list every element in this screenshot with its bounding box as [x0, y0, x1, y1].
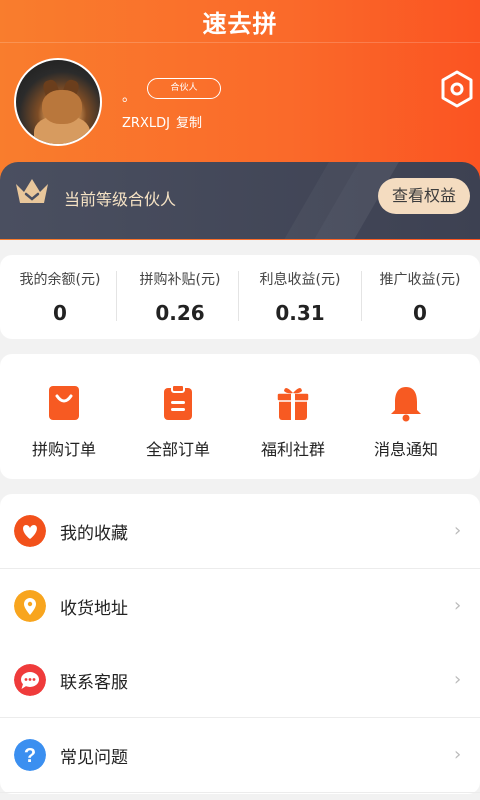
stat-balance[interactable]: 我的余额(元) 0 [0, 255, 120, 339]
copy-button[interactable]: 复制 [176, 116, 202, 131]
message-notifications[interactable]: 消息通知 [346, 354, 466, 479]
app-title: 速去拼 [202, 10, 278, 38]
order-label: 福利社群 [260, 440, 325, 459]
order-label: 全部订单 [145, 440, 210, 459]
svg-text:?: ? [24, 745, 36, 767]
avatar-dog-face [42, 90, 82, 124]
menu-item-label: 常见问题 [60, 748, 128, 768]
stat-value: 0 [53, 301, 67, 325]
menu-item-customer-service[interactable]: 联系客服 › [0, 643, 480, 718]
welfare-community[interactable]: 福利社群 [233, 354, 353, 479]
all-orders[interactable]: 全部订单 [118, 354, 238, 479]
gift-icon [276, 387, 310, 420]
stat-value: 0 [413, 301, 427, 325]
clipboard-icon [164, 384, 192, 420]
stat-promotion[interactable]: 推广收益(元) 0 [360, 255, 480, 339]
location-pin-icon [14, 590, 46, 622]
stat-interest[interactable]: 利息收益(元) 0.31 [240, 255, 360, 339]
settings-menu-list: 我的收藏 › 收货地址 › 联系客服 › ? 常见问题 › [0, 494, 480, 794]
bell-icon [391, 387, 421, 422]
stat-value: 0.26 [155, 301, 205, 325]
order-label: 消息通知 [373, 440, 438, 459]
chat-icon [14, 664, 46, 696]
chevron-right-icon: › [454, 744, 462, 765]
level-text: 当前等级合伙人 [64, 190, 177, 209]
earnings-card: 我的余额(元) 0 拼购补贴(元) 0.26 利息收益(元) 0.31 推广收益… [0, 255, 480, 339]
stat-label: 推广收益(元) [379, 272, 461, 288]
menu-item-address[interactable]: 收货地址 › [0, 569, 480, 644]
view-rights-button[interactable]: 查看权益 [378, 178, 470, 214]
stat-label: 拼购补贴(元) [139, 272, 221, 288]
stat-label: 我的余额(元) [19, 272, 101, 288]
chevron-right-icon: › [454, 520, 462, 541]
crown-icon [16, 179, 48, 203]
title-divider [0, 42, 480, 43]
partner-badge: 合伙人 [147, 78, 221, 99]
menu-item-label: 联系客服 [60, 673, 128, 693]
group-buy-orders[interactable]: 拼购订单 [4, 354, 124, 479]
user-id: ZRXLDJ [122, 116, 170, 131]
menu-item-label: 我的收藏 [60, 524, 128, 544]
shopping-bag-icon [49, 386, 79, 420]
chevron-right-icon: › [454, 595, 462, 616]
divider [0, 792, 480, 793]
divider [116, 271, 117, 321]
menu-item-faq[interactable]: ? 常见问题 › [0, 718, 480, 793]
settings-hexagon-icon[interactable] [440, 70, 474, 108]
nickname: 。 [122, 89, 136, 105]
orders-card: 拼购订单 全部订单 福利社群 消息通知 [0, 354, 480, 479]
user-id-row: ZRXLDJ 复制 [122, 112, 202, 131]
menu-item-label: 收货地址 [60, 599, 128, 619]
order-label: 拼购订单 [31, 440, 96, 459]
stat-label: 利息收益(元) [259, 272, 341, 288]
question-icon: ? [14, 739, 46, 771]
stat-subsidy[interactable]: 拼购补贴(元) 0.26 [120, 255, 240, 339]
avatar[interactable] [14, 58, 102, 146]
chevron-right-icon: › [454, 669, 462, 690]
stat-value: 0.31 [275, 301, 325, 325]
heart-icon [14, 515, 46, 547]
menu-item-favorites[interactable]: 我的收藏 › [0, 494, 480, 569]
divider [238, 271, 239, 321]
